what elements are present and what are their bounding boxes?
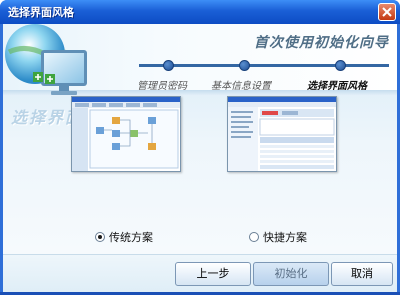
quick-preview-image (228, 97, 336, 171)
cancel-button[interactable]: 取消 (331, 262, 393, 286)
step-dot-1 (163, 60, 174, 71)
quick-style-preview[interactable] (227, 96, 337, 172)
step-label-password: 管理员密码 (137, 81, 187, 92)
radio-selected-indicator[interactable] (95, 232, 105, 242)
quick-style-radio[interactable]: 快捷方案 (249, 229, 307, 245)
wizard-window: 选择界面风格 首次使用初始化向导 管理员密码 基本信息设置 选择界面风格 选择界… (0, 0, 400, 295)
step-dot-3 (335, 60, 346, 71)
close-icon (382, 7, 392, 17)
step-label-style: 选择界面风格 (307, 81, 367, 92)
quick-style-label: 快捷方案 (263, 231, 307, 244)
step-label-basic-info: 基本信息设置 (211, 81, 271, 92)
window-title: 选择界面风格 (8, 6, 74, 19)
progress-line (139, 64, 389, 67)
wizard-title: 首次使用初始化向导 (254, 35, 389, 51)
title-bar[interactable]: 选择界面风格 (0, 0, 400, 24)
traditional-style-label: 传统方案 (109, 231, 153, 244)
initialize-button[interactable]: 初始化 (253, 262, 329, 286)
wizard-client: 首次使用初始化向导 管理员密码 基本信息设置 选择界面风格 选择界面风格 上一步… (3, 24, 397, 292)
close-button[interactable] (378, 3, 396, 21)
traditional-style-radio[interactable]: 传统方案 (95, 229, 153, 245)
footer: 上一步 初始化 取消 (3, 254, 397, 292)
step-dot-2 (239, 60, 250, 71)
traditional-preview-image (72, 97, 180, 171)
previous-button[interactable]: 上一步 (175, 262, 251, 286)
step-progress: 管理员密码 基本信息设置 选择界面风格 (123, 60, 391, 100)
traditional-style-preview[interactable] (71, 96, 181, 172)
radio-unselected-indicator[interactable] (249, 232, 259, 242)
content-area: 选择界面风格 (3, 96, 397, 254)
